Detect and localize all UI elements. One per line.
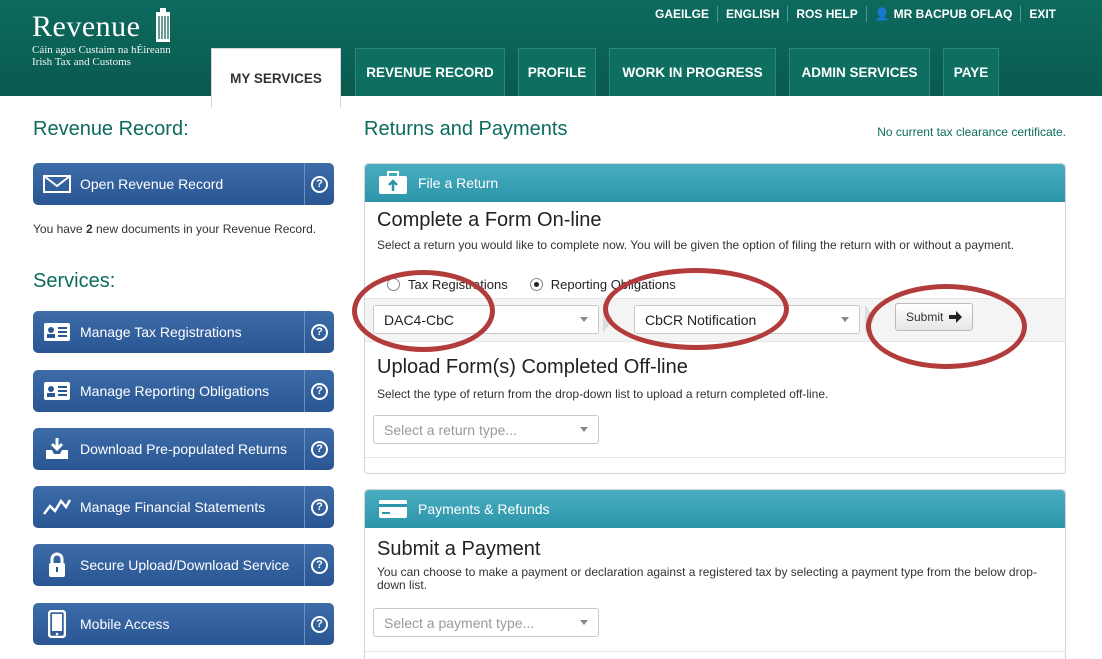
upload-select-placeholder: Select a return type... xyxy=(384,421,518,438)
chevron-down-icon xyxy=(841,317,849,322)
tab-profile[interactable]: PROFILE xyxy=(518,48,596,96)
page-title: Returns and Payments xyxy=(364,118,568,140)
padlock-icon xyxy=(42,552,72,577)
question-icon: ? xyxy=(311,615,328,633)
payment-select-placeholder: Select a payment type... xyxy=(384,614,535,631)
service-label: Manage Tax Registrations xyxy=(80,324,242,340)
chevron-down-icon xyxy=(580,427,588,432)
link-ros-help[interactable]: ROS HELP xyxy=(787,6,865,22)
payments-title: Payments & Refunds xyxy=(418,501,550,517)
chevron-down-icon xyxy=(580,317,588,322)
header-divider xyxy=(0,96,1102,108)
payments-header: Payments & Refunds xyxy=(365,490,1065,528)
chevron-down-icon xyxy=(580,620,588,625)
open-revenue-record-button[interactable]: Open Revenue Record ? xyxy=(33,163,334,205)
secure-upload-download-button[interactable]: Secure Upload/Download Service ? xyxy=(33,544,334,586)
payments-panel: Payments & Refunds Submit a Payment You … xyxy=(364,489,1066,659)
tab-my-services[interactable]: MY SERVICES xyxy=(211,48,341,108)
help-button[interactable]: ? xyxy=(304,544,334,586)
harp-logo-icon xyxy=(156,8,170,42)
download-pre-populated-returns-button[interactable]: Download Pre-populated Returns ? xyxy=(33,428,334,470)
file-return-header: File a Return xyxy=(365,164,1065,202)
envelope-icon xyxy=(42,172,72,196)
open-revenue-record-label: Open Revenue Record xyxy=(80,176,224,192)
upload-form-title: Upload Form(s) Completed Off-line xyxy=(377,356,688,378)
site-header: Revenue Cáin agus Custaim na hÉireann Ir… xyxy=(0,0,1102,108)
upload-form-desc: Select the type of return from the drop-… xyxy=(377,387,829,401)
manage-financial-statements-button[interactable]: Manage Financial Statements ? xyxy=(33,486,334,528)
file-upload-icon xyxy=(379,171,407,194)
service-label: Mobile Access xyxy=(80,616,170,632)
manage-reporting-obligations-button[interactable]: Manage Reporting Obligations ? xyxy=(33,370,334,412)
chart-line-icon xyxy=(42,495,72,519)
question-icon: ? xyxy=(311,323,328,341)
link-exit[interactable]: EXIT xyxy=(1020,6,1064,22)
docs-text-b: new documents in your Revenue Record. xyxy=(92,222,317,236)
help-button[interactable]: ? xyxy=(304,603,334,645)
documents-notice: You have 2 new documents in your Revenue… xyxy=(33,222,333,236)
question-icon: ? xyxy=(311,382,328,400)
help-button[interactable]: ? xyxy=(304,370,334,412)
docs-text-a: You have xyxy=(33,222,86,236)
question-icon: ? xyxy=(311,498,328,516)
file-return-title: File a Return xyxy=(418,175,499,191)
services-heading: Services: xyxy=(33,270,116,292)
payment-type-select[interactable]: Select a payment type... xyxy=(373,608,599,637)
service-label: Secure Upload/Download Service xyxy=(80,557,290,573)
complete-form-desc: Select a return you would like to comple… xyxy=(377,238,1015,252)
mobile-access-button[interactable]: Mobile Access ? xyxy=(33,603,334,645)
tab-revenue-record[interactable]: REVENUE RECORD xyxy=(355,48,505,96)
docs-count: 2 xyxy=(85,222,93,236)
panel-divider xyxy=(365,651,1065,652)
highlight-ring xyxy=(352,270,495,352)
question-icon: ? xyxy=(311,175,328,193)
tab-work-in-progress[interactable]: WORK IN PROGRESS xyxy=(609,48,776,96)
tab-admin-services[interactable]: ADMIN SERVICES xyxy=(789,48,930,96)
id-card-icon xyxy=(42,320,72,344)
user-name: MR BACPUB OFLAQ xyxy=(893,7,1013,21)
user-icon: 👤 xyxy=(874,7,890,21)
help-button[interactable]: ? xyxy=(304,163,334,205)
service-label: Download Pre-populated Returns xyxy=(80,441,288,457)
panel-divider xyxy=(365,457,1065,458)
help-button[interactable]: ? xyxy=(304,486,334,528)
highlight-ring xyxy=(603,268,789,350)
top-links: GAEILGE ENGLISH ROS HELP 👤 MR BACPUB OFLA… xyxy=(647,0,1064,28)
service-label: Manage Reporting Obligations xyxy=(80,383,270,399)
id-card-icon xyxy=(42,379,72,403)
question-icon: ? xyxy=(311,556,328,574)
help-button[interactable]: ? xyxy=(304,428,334,470)
link-gaeilge[interactable]: GAEILGE xyxy=(647,6,717,22)
mobile-phone-icon xyxy=(42,610,72,638)
highlight-ring xyxy=(866,284,1027,369)
question-icon: ? xyxy=(311,440,328,458)
link-user-profile[interactable]: 👤 MR BACPUB OFLAQ xyxy=(865,6,1021,22)
help-button[interactable]: ? xyxy=(304,311,334,353)
link-english[interactable]: ENGLISH xyxy=(717,6,787,22)
logo-sub-english: Irish Tax and Customs xyxy=(32,56,131,68)
radio-dot-selected xyxy=(529,278,543,291)
revenue-record-heading: Revenue Record: xyxy=(33,118,189,140)
inbox-download-icon xyxy=(42,437,72,461)
tab-paye[interactable]: PAYE xyxy=(943,48,999,96)
credit-card-icon xyxy=(379,500,407,518)
upload-return-type-select[interactable]: Select a return type... xyxy=(373,415,599,444)
complete-form-title: Complete a Form On-line xyxy=(377,209,602,231)
tax-clearance-link[interactable]: No current tax clearance certificate. xyxy=(877,125,1066,139)
submit-payment-desc: You can choose to make a payment or decl… xyxy=(377,565,1037,592)
manage-tax-registrations-button[interactable]: Manage Tax Registrations ? xyxy=(33,311,334,353)
submit-payment-title: Submit a Payment xyxy=(377,538,541,560)
service-label: Manage Financial Statements xyxy=(80,499,266,515)
